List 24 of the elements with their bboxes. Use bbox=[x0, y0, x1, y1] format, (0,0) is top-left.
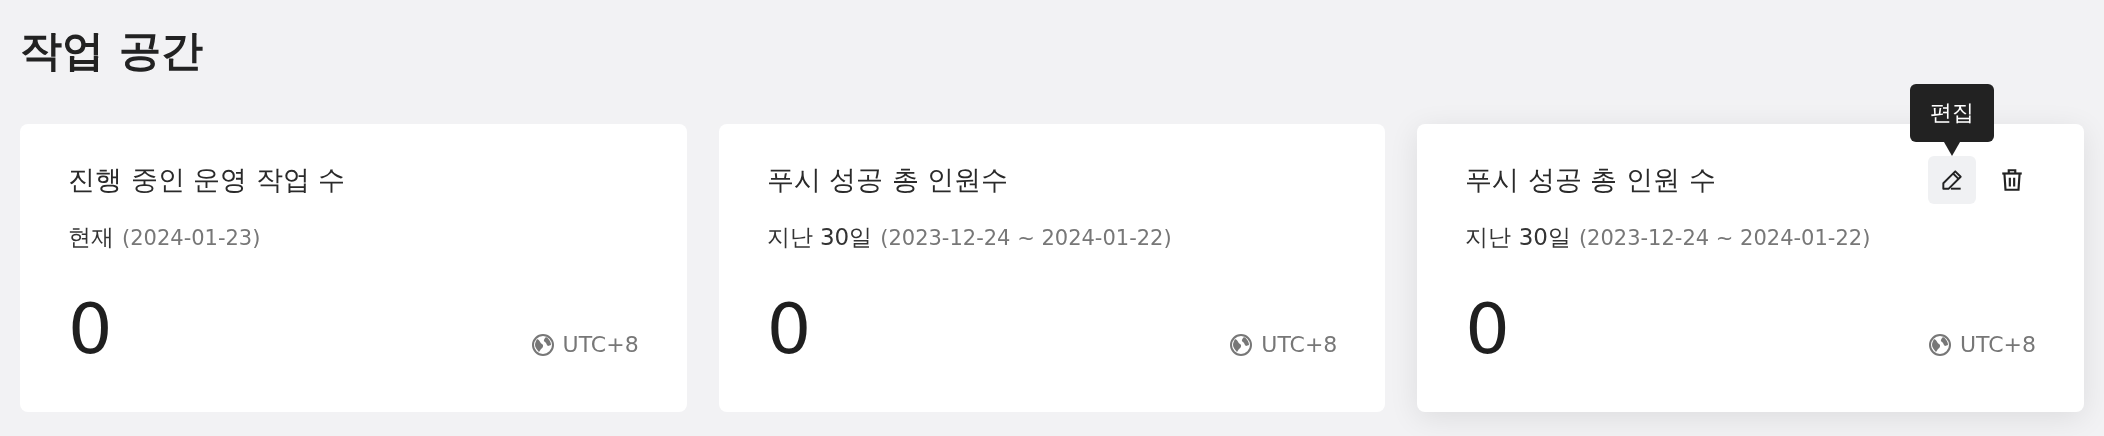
date-range: (2023-12-24 ~ 2024-01-22) bbox=[880, 226, 1172, 250]
globe-icon bbox=[1229, 332, 1254, 357]
metric-value: 0 bbox=[766, 287, 812, 371]
globe-icon bbox=[1927, 332, 1952, 357]
tooltip: 편집 bbox=[1910, 84, 1994, 142]
timezone-label: UTC+8 bbox=[562, 332, 639, 357]
period-label: 지난 30일 bbox=[766, 223, 873, 252]
tooltip-arrow bbox=[1944, 142, 1960, 156]
pencil-icon bbox=[1939, 167, 1965, 193]
date-range: (2023-12-24 ~ 2024-01-22) bbox=[1578, 226, 1871, 250]
metric-value: 0 bbox=[1465, 287, 1510, 371]
globe-icon bbox=[530, 332, 555, 357]
page-title: 작업 공간 bbox=[20, 25, 203, 77]
trash-icon bbox=[1999, 167, 2025, 193]
edit-button[interactable] bbox=[1928, 156, 1976, 204]
timezone-label: UTC+8 bbox=[1959, 332, 2036, 357]
card-title: 푸시 성공 총 인원수 bbox=[766, 163, 1009, 197]
period-label: 지난 30일 bbox=[1465, 223, 1571, 252]
metric-value: 0 bbox=[68, 287, 113, 371]
card-title: 진행 중인 운영 작업 수 bbox=[68, 163, 346, 197]
timezone-label: UTC+8 bbox=[1261, 332, 1338, 357]
date-range: (2024-01-23) bbox=[122, 226, 261, 250]
period-label: 현재 bbox=[68, 223, 114, 252]
card-title: 푸시 성공 총 인원 수 bbox=[1465, 163, 1716, 197]
